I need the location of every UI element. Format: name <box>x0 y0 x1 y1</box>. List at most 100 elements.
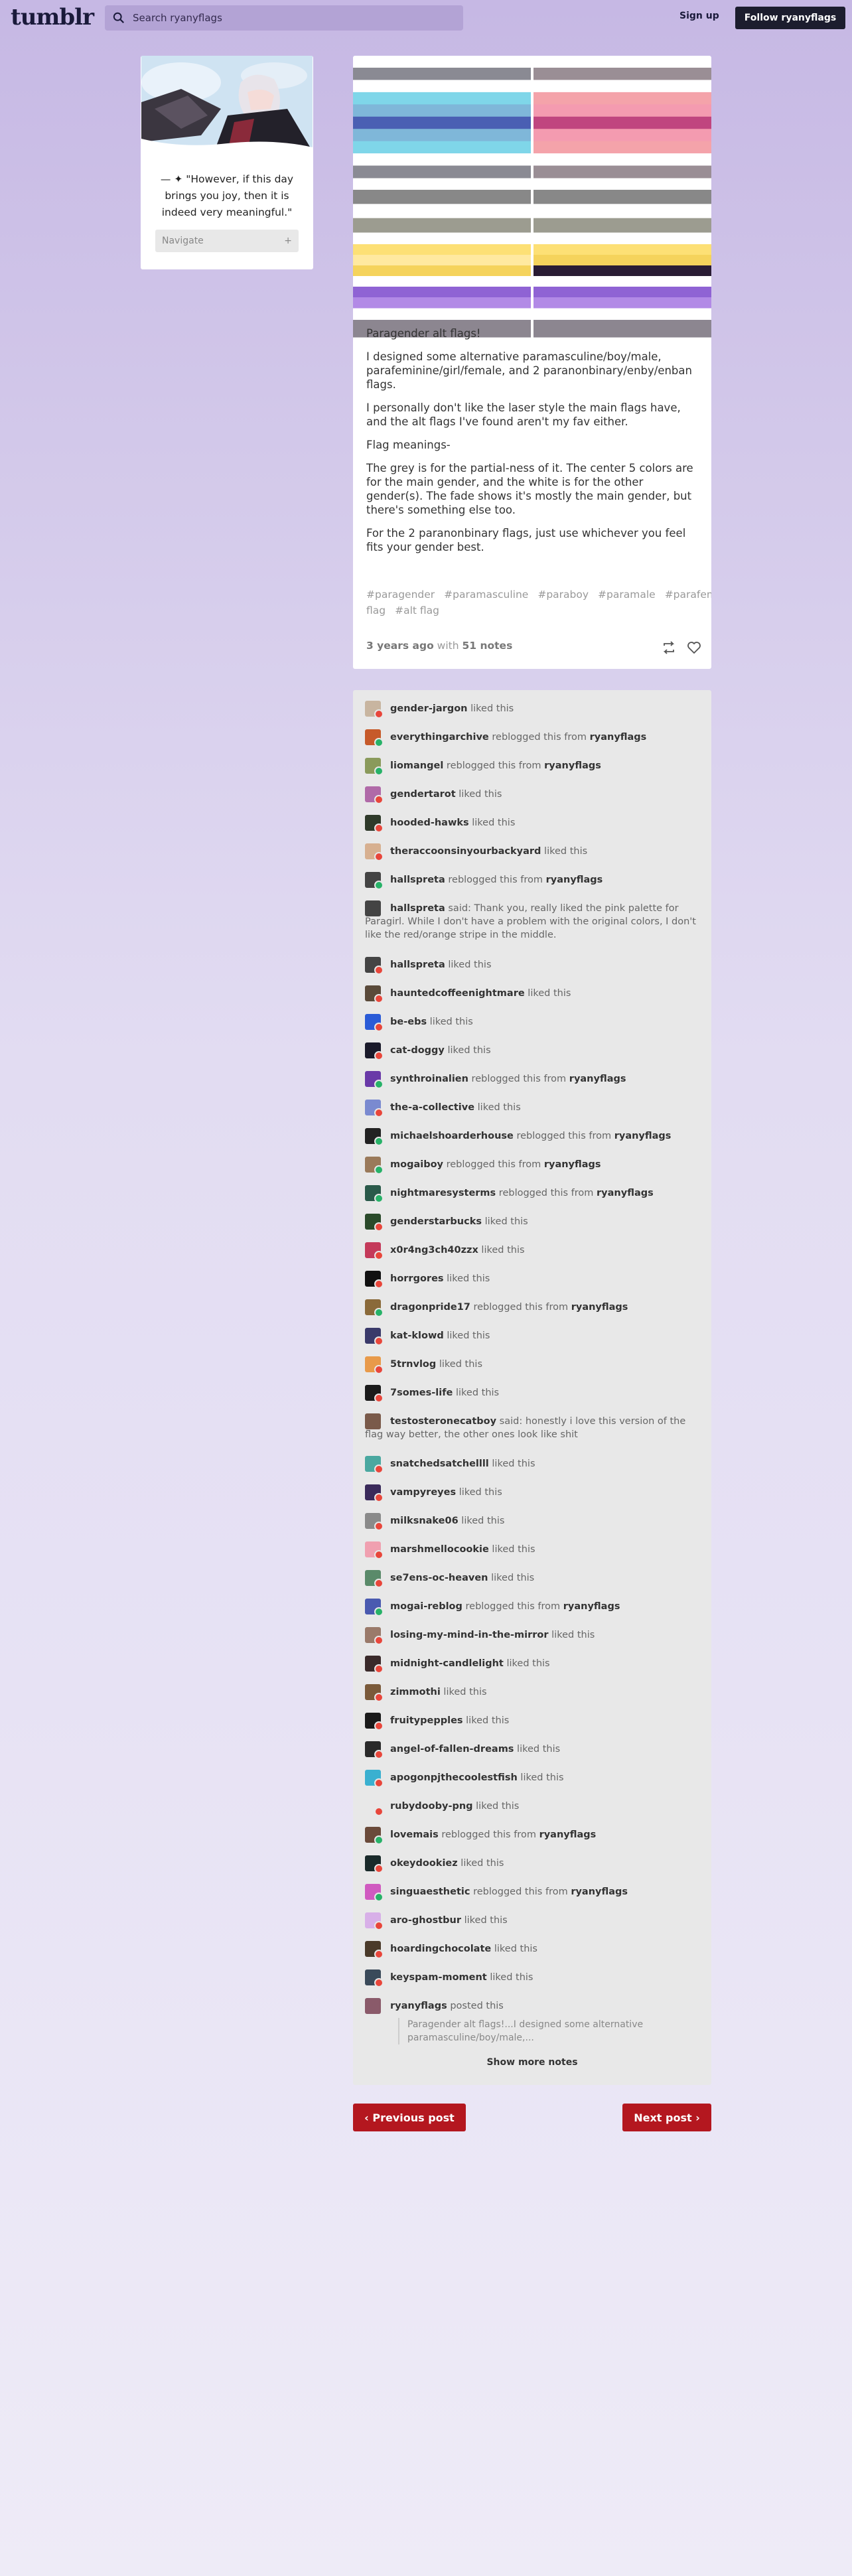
note-blog-link[interactable]: mogai-reblog <box>390 1601 462 1612</box>
note-blog-link[interactable]: fruitypepples <box>390 1715 463 1726</box>
note-blog-link[interactable]: snatchedsatchellll <box>390 1459 489 1469</box>
navigate-dropdown[interactable]: Navigate + <box>155 230 299 252</box>
note-blog-link[interactable]: genderstarbucks <box>390 1216 482 1227</box>
note-action: liked this <box>436 1359 483 1370</box>
note-blog-link[interactable]: the-a-collective <box>390 1102 474 1113</box>
search-bar[interactable] <box>105 5 463 31</box>
note-blog-link[interactable]: be-ebs <box>390 1017 427 1027</box>
note-blog-link[interactable]: gendertarot <box>390 789 456 800</box>
note-blog-link[interactable]: synthroinalien <box>390 1074 468 1084</box>
note-blog-link[interactable]: rubydooby-png <box>390 1801 473 1812</box>
note-text: everythingarchive reblogged this from ry… <box>390 731 699 744</box>
note-source-blog-link[interactable]: ryanyflags <box>597 1188 654 1198</box>
note-blog-link[interactable]: midnight-candlelight <box>390 1658 504 1669</box>
note-blog-link[interactable]: dragonpride17 <box>390 1302 470 1313</box>
note-action: liked this <box>517 1772 564 1783</box>
post-paragraph: For the 2 paranonbinary flags, just use … <box>366 527 686 553</box>
note-blog-link[interactable]: 5trnvlog <box>390 1359 436 1370</box>
note-source-blog-link[interactable]: ryanyflags <box>571 1302 628 1313</box>
note-blog-link[interactable]: se7ens-oc-heaven <box>390 1573 488 1583</box>
note-source-blog-link[interactable]: ryanyflags <box>614 1131 672 1141</box>
note-blog-link[interactable]: hallspreta <box>390 960 445 970</box>
note-source-blog-link[interactable]: ryanyflags <box>569 1074 626 1084</box>
note-blog-link[interactable]: hauntedcoffeenightmare <box>390 988 525 999</box>
note-source-blog-link[interactable]: ryanyflags <box>539 1829 597 1840</box>
note-blog-link[interactable]: mogaiboy <box>390 1159 443 1170</box>
post-tag[interactable]: #paramasculine <box>444 589 528 601</box>
previous-post-button[interactable]: ‹ Previous post <box>353 2104 466 2131</box>
note-blog-link[interactable]: kat-klowd <box>390 1330 444 1341</box>
avatar[interactable] <box>365 1998 381 2014</box>
note-action: reblogged this from <box>496 1188 597 1198</box>
post-timestamp[interactable]: 3 years ago <box>366 640 434 652</box>
note-text: se7ens-oc-heaven liked this <box>390 1571 699 1585</box>
reblog-badge-icon <box>374 1194 384 1203</box>
flag-stripe <box>353 244 531 255</box>
post-tag[interactable]: #paraboy <box>537 589 589 601</box>
note-blog-link[interactable]: aro-ghostbur <box>390 1915 461 1926</box>
blog-header-image[interactable] <box>141 56 313 151</box>
notes-count[interactable]: 51 notes <box>462 640 513 652</box>
heart-badge-icon <box>374 1051 384 1060</box>
note-blog-link[interactable]: keyspam-moment <box>390 1972 487 1983</box>
reblog-badge-icon <box>374 1308 384 1317</box>
note-blog-link[interactable]: nightmaresysterms <box>390 1188 496 1198</box>
flag-stripe <box>353 190 531 204</box>
note-blog-link[interactable]: liomangel <box>390 760 443 771</box>
note-blog-link[interactable]: michaelshoarderhouse <box>390 1131 514 1141</box>
note-blog-link[interactable]: vampyreyes <box>390 1487 456 1498</box>
note-blog-link[interactable]: hallspreta <box>390 903 445 914</box>
note-blog-link[interactable]: hallspreta <box>390 875 445 885</box>
note-source-blog-link[interactable]: ryanyflags <box>544 1159 601 1170</box>
note-blog-link[interactable]: 7somes-life <box>390 1388 453 1398</box>
note-blog-link[interactable]: everythingarchive <box>390 732 489 743</box>
note-blog-link[interactable]: marshmellocookie <box>390 1544 489 1555</box>
signup-link[interactable]: Sign up <box>679 11 719 21</box>
note-blog-link[interactable]: ryanyflags <box>390 2001 447 2011</box>
reblog-badge-icon <box>374 766 384 776</box>
post-tag[interactable]: #parafeminine <box>665 589 711 601</box>
post-tag[interactable]: #paragender <box>366 589 435 601</box>
note-blog-link[interactable]: hoardingchocolate <box>390 1944 491 1954</box>
note-blog-link[interactable]: okeydookiez <box>390 1858 458 1869</box>
heart-icon[interactable] <box>686 640 702 656</box>
tumblr-logo[interactable]: tumblr <box>11 4 94 31</box>
note-blog-link[interactable]: theraccoonsinyourbackyard <box>390 846 541 857</box>
note-blog-link[interactable]: apogonpjthecoolestfish <box>390 1772 518 1783</box>
search-input[interactable] <box>133 12 438 24</box>
note-blog-link[interactable]: milksnake06 <box>390 1516 459 1526</box>
note-blog-link[interactable]: hooded-hawks <box>390 818 469 828</box>
show-more-notes-button[interactable]: Show more notes <box>353 2057 711 2068</box>
note-text: zimmothi liked this <box>390 1685 699 1699</box>
note-text: ryanyflags posted this <box>390 1999 699 2013</box>
note-blog-link[interactable]: cat-doggy <box>390 1045 445 1056</box>
note-action: reblogged this from <box>462 1601 563 1612</box>
note-blog-link[interactable]: gender-jargon <box>390 703 468 714</box>
note-source-blog-link[interactable]: ryanyflags <box>590 732 647 743</box>
note-blog-link[interactable]: horrgores <box>390 1273 444 1284</box>
note-blog-link[interactable]: testosteronecatboy <box>390 1416 496 1427</box>
note-text: gendertarot liked this <box>390 788 699 801</box>
next-post-button[interactable]: Next post › <box>622 2104 711 2131</box>
note-action: liked this <box>524 988 571 999</box>
note-blog-link[interactable]: singuaesthetic <box>390 1887 470 1897</box>
note-action: liked this <box>491 1944 537 1954</box>
note-blog-link[interactable]: angel-of-fallen-dreams <box>390 1744 514 1754</box>
note-source-blog-link[interactable]: ryanyflags <box>544 760 601 771</box>
note-blog-link[interactable]: lovemais <box>390 1829 439 1840</box>
follow-button[interactable]: Follow ryanyflags <box>735 7 845 29</box>
note-source-blog-link[interactable]: ryanyflags <box>563 1601 620 1612</box>
post-tag[interactable]: #alt flag <box>395 605 439 616</box>
note-text: keyspam-moment liked this <box>390 1971 699 1984</box>
note-blog-link[interactable]: losing-my-mind-in-the-mirror <box>390 1630 549 1640</box>
note-blog-link[interactable]: zimmothi <box>390 1687 441 1697</box>
reblog-icon[interactable] <box>661 640 677 656</box>
note-source-blog-link[interactable]: ryanyflags <box>571 1887 628 1897</box>
note-action: reblogged this from <box>443 760 545 771</box>
post-tag[interactable]: #paramale <box>598 589 656 601</box>
note-blog-link[interactable]: x0r4ng3ch40zzx <box>390 1245 478 1255</box>
flag-stripe <box>353 165 531 179</box>
note-action: liked this <box>462 1715 510 1726</box>
note-action: liked this <box>503 1658 550 1669</box>
note-source-blog-link[interactable]: ryanyflags <box>546 875 603 885</box>
